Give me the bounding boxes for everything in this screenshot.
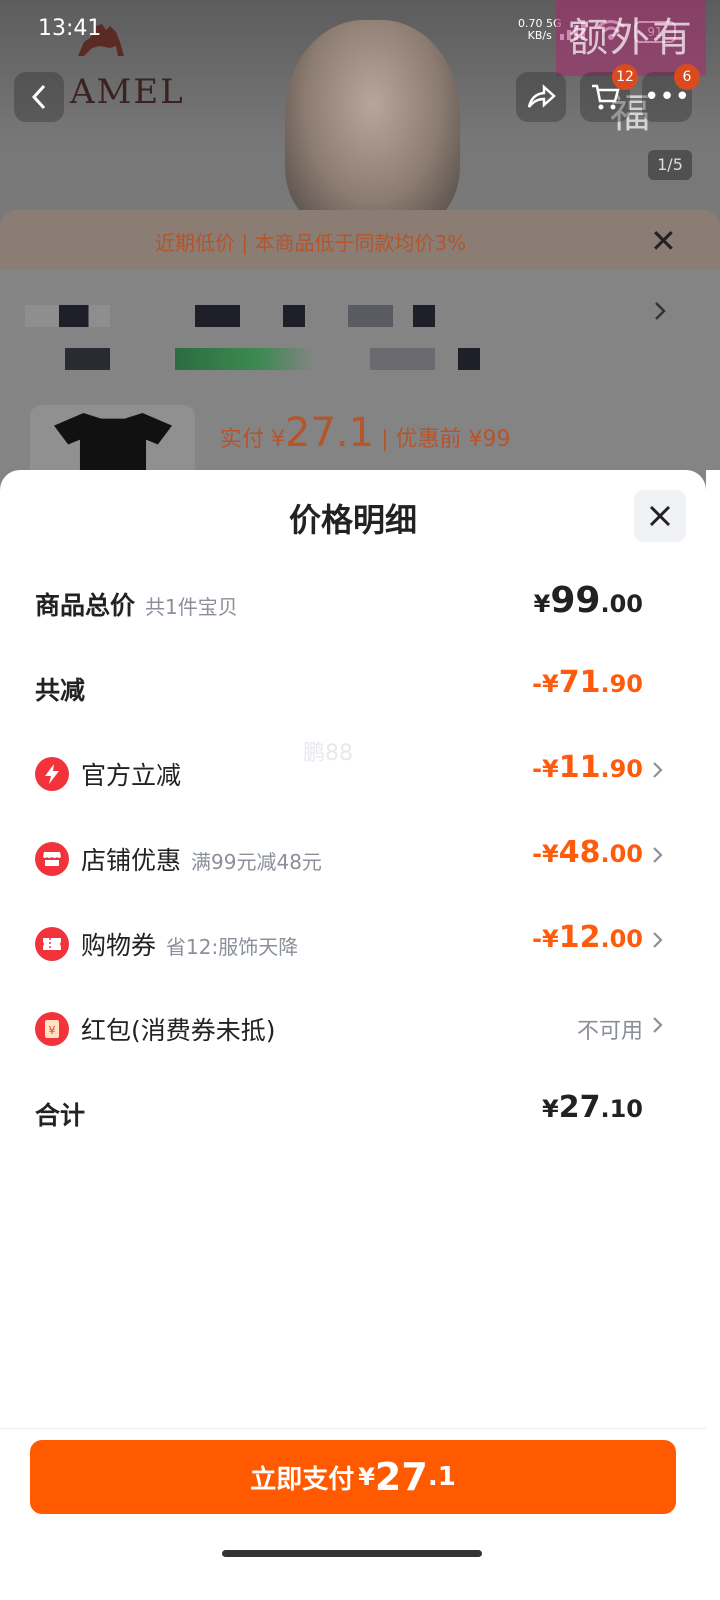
net-speed: 0.70 5G KB/s <box>518 18 562 42</box>
close-button[interactable] <box>634 490 686 542</box>
row-amount: ¥27.10 <box>542 1090 643 1125</box>
pay-button-symbol: ¥ <box>358 1463 375 1491</box>
close-icon <box>649 505 671 527</box>
price-detail-sheet: 价格明细 商品总价 共1件宝贝 ¥99.00 共减 -¥71.90 鹏88 官方立… <box>0 470 706 1600</box>
row-shop-discount[interactable]: 店铺优惠 满99元减48元 -¥48.00 <box>35 833 665 883</box>
row-label: 合计 <box>35 1101 86 1130</box>
row-sub: 共1件宝贝 <box>145 595 238 619</box>
pay-now-button[interactable]: 立即支付 ¥27.1 <box>30 1440 676 1514</box>
cart-button[interactable]: 12 <box>580 64 638 122</box>
chevron-right-icon[interactable] <box>652 300 668 322</box>
background-price: 实付 ¥27.1 | 优惠前 ¥99 <box>220 410 511 456</box>
image-pager: 1/5 <box>648 150 692 180</box>
row-amount: -¥48.00 <box>532 835 643 870</box>
sheet-title: 价格明细 <box>288 501 417 539</box>
row-label: 官方立减 <box>81 761 182 790</box>
row-grand-total: 合计 ¥27.10 <box>35 1088 665 1138</box>
background-price-before: 优惠前 ¥99 <box>395 427 511 452</box>
obscured-spec <box>413 305 435 327</box>
row-amount: -¥11.90 <box>532 750 643 785</box>
pay-button-label: 立即支付 <box>250 1464 355 1495</box>
status-time: 13:41 <box>38 16 102 41</box>
chevron-right-icon <box>653 847 663 863</box>
share-button[interactable] <box>516 72 566 122</box>
chevron-right-icon <box>653 932 663 948</box>
obscured-spec <box>25 305 110 327</box>
obscured-spec <box>348 305 393 327</box>
row-shopping-coupon[interactable]: 购物券 省12:服饰天降 -¥12.00 <box>35 918 665 968</box>
row-label: 店铺优惠 满99元减48元 <box>81 846 322 875</box>
background-price-label: 实付 <box>220 427 265 452</box>
row-sub: 满99元减48元 <box>191 850 322 874</box>
promo-text: 近期低价 | 本商品低于同款均价3% <box>155 231 467 255</box>
obscured-spec <box>283 305 305 327</box>
row-label: 红包(消费券未抵) <box>81 1016 276 1045</box>
background-price-separator: | <box>381 427 389 452</box>
row-amount: -¥71.90 <box>532 665 643 700</box>
home-indicator[interactable] <box>222 1550 482 1557</box>
brand-logo: AMEL <box>70 72 185 112</box>
row-official-discount[interactable]: 官方立减 -¥11.90 <box>35 748 665 798</box>
more-badge: 6 <box>674 64 700 90</box>
cart-icon <box>592 84 620 110</box>
row-amount: -¥12.00 <box>532 920 643 955</box>
row-total-discount: 共减 -¥71.90 <box>35 663 665 713</box>
chevron-right-icon <box>653 1017 663 1033</box>
row-sub: 省12:服饰天降 <box>166 935 299 959</box>
row-total-goods: 商品总价 共1件宝贝 ¥99.00 <box>35 578 665 628</box>
net-speed-unit: KB/s <box>527 29 552 42</box>
row-status: 不可用 <box>576 1019 643 1044</box>
pay-button-amount-int: 27 <box>374 1455 428 1499</box>
row-label: 共减 <box>35 676 86 705</box>
chevron-left-icon <box>31 84 46 110</box>
promo-banner: 近期低价 | 本商品低于同款均价3% ✕ <box>0 210 720 270</box>
obscured-spec <box>458 348 480 370</box>
sheet-edge <box>706 470 720 1600</box>
svg-text:¥: ¥ <box>49 1024 56 1037</box>
background-price-value: 27.1 <box>285 410 375 456</box>
chevron-right-icon <box>653 762 663 778</box>
row-amount: ¥99.00 <box>533 580 643 621</box>
promo-close-icon[interactable]: ✕ <box>650 222 677 260</box>
obscured-spec <box>195 305 240 327</box>
row-red-packet[interactable]: ¥ 红包(消费券未抵) 不可用 <box>35 1003 665 1053</box>
share-icon <box>527 84 556 108</box>
row-label: 购物券 省12:服饰天降 <box>81 931 299 960</box>
footer-divider <box>0 1428 706 1429</box>
background-price-symbol: ¥ <box>271 427 286 452</box>
obscured-spec <box>65 348 110 370</box>
cart-badge: 12 <box>612 64 638 90</box>
lightning-icon <box>35 757 69 791</box>
obscured-spec <box>175 348 315 370</box>
ticket-icon <box>35 927 69 961</box>
shop-icon <box>35 842 69 876</box>
more-button[interactable]: ••• 6 <box>642 64 700 122</box>
row-label: 商品总价 共1件宝贝 <box>35 591 238 620</box>
obscured-spec <box>370 348 435 370</box>
pay-button-amount-dec: .1 <box>427 1462 456 1492</box>
back-button[interactable] <box>14 72 64 122</box>
red-packet-icon: ¥ <box>35 1012 69 1046</box>
